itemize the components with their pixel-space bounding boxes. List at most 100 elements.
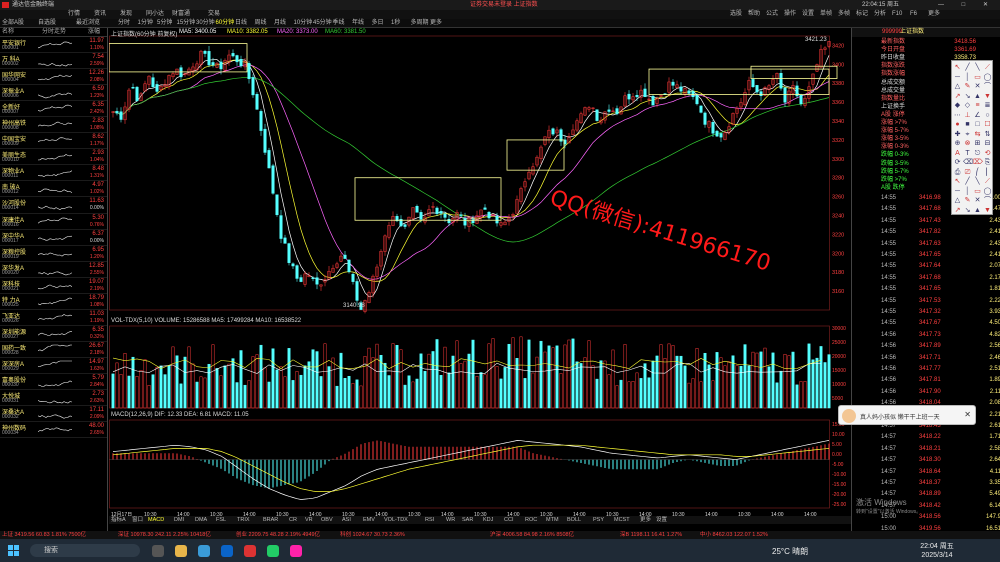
col-name-header[interactable]: 名称	[2, 28, 14, 37]
media-app-icon[interactable]	[290, 545, 302, 557]
draw-tool-icon[interactable]: ≣	[983, 101, 992, 110]
draw-tool-icon[interactable]: ⟋	[983, 63, 992, 72]
draw-tool-icon[interactable]: ⊗	[963, 139, 972, 148]
list-item[interactable]: 深振业A 000006 6.59 1.23%	[0, 85, 107, 102]
menu-item[interactable]: 标记	[856, 10, 868, 19]
draw-tool-icon[interactable]: T	[963, 149, 972, 158]
indicator-tab[interactable]: SAR	[462, 516, 473, 524]
period-tab[interactable]: 周线	[255, 19, 267, 28]
list-item[interactable]: 深物业A 000011 8.48 1.31%	[0, 165, 107, 182]
menu-item[interactable]: 帮助	[748, 10, 760, 19]
indicator-tab[interactable]: DMA	[195, 516, 207, 524]
menu-item[interactable]: 发现	[120, 10, 132, 19]
period-tab[interactable]: 季线	[333, 19, 345, 28]
menu-item[interactable]: 财富通	[172, 10, 190, 19]
menu-item[interactable]: 操作	[784, 10, 796, 19]
period-tab[interactable]: 30分钟	[196, 19, 215, 28]
menu-item[interactable]: F6	[910, 10, 917, 19]
indicator-tab[interactable]: PSY	[593, 516, 604, 524]
system-clock[interactable]: 22:04 周五 2025/3/14	[912, 542, 962, 560]
indicator-tab[interactable]: VOL-TDX	[384, 516, 408, 524]
draw-tool-icon[interactable]: ▼	[983, 92, 992, 101]
list-item[interactable]: 深深房A 000029 14.97 1.63%	[0, 358, 107, 374]
draw-tool-icon[interactable]: ⎘	[983, 158, 992, 167]
draw-tool-icon[interactable]: ╲	[973, 63, 982, 72]
wechat-icon[interactable]	[267, 545, 279, 557]
menu-item[interactable]: 同小达	[146, 10, 164, 19]
window-controls[interactable]: — □ ✕	[938, 0, 996, 10]
list-item[interactable]: 特 力A 000025 18.79 1.08%	[0, 294, 107, 310]
draw-tool-icon[interactable]: ✚	[953, 130, 962, 139]
menu-item[interactable]: 多帧	[838, 10, 850, 19]
draw-tool-icon[interactable]: ⎛	[973, 168, 982, 177]
draw-tool-icon[interactable]: ◯	[983, 73, 992, 82]
indicator-tab[interactable]: KDJ	[483, 516, 493, 524]
draw-tool-icon[interactable]: ■	[963, 120, 972, 129]
menu-item[interactable]: 单帧	[820, 10, 832, 19]
list-item[interactable]: 深华发A 000020 12.85 2.55%	[0, 262, 107, 278]
list-item[interactable]: 深粮控股 000019 6.95 1.20%	[0, 246, 107, 262]
period-tab[interactable]: 多周期	[411, 19, 429, 28]
draw-tool-icon[interactable]: ⟲	[983, 149, 992, 158]
indicator-tab[interactable]: 窗口	[132, 516, 143, 524]
list-item[interactable]: 深中华A 000017 6.37 0.00%	[0, 230, 107, 246]
list-item[interactable]: 神州高铁 000008 2.83 1.08%	[0, 117, 107, 134]
market-index-item[interactable]: 中小 8462.03 122.07 1.52%	[700, 531, 768, 539]
period-tab[interactable]: 1秒	[391, 19, 400, 28]
menu-item[interactable]: 更多	[928, 10, 940, 19]
indicator-tab[interactable]: BRAR	[263, 516, 278, 524]
indicator-tab[interactable]: DMI	[174, 516, 184, 524]
draw-tool-icon[interactable]: ⋯	[953, 111, 962, 120]
draw-tool-icon[interactable]: ⟋	[983, 177, 992, 186]
list-item[interactable]: 飞亚达 000026 11.03 1.19%	[0, 310, 107, 326]
draw-tool-icon[interactable]: ▲	[973, 92, 982, 101]
draw-tool-icon[interactable]: ✕	[973, 196, 982, 205]
list-item[interactable]: 国药一致 000028 26.67 2.18%	[0, 342, 107, 358]
period-tab[interactable]: 多日	[372, 19, 384, 28]
indicator-tab[interactable]: 设置	[656, 516, 667, 524]
draw-tool-icon[interactable]: ⌒	[983, 82, 992, 91]
tdx-app-icon[interactable]	[244, 545, 256, 557]
draw-tool-icon[interactable]: ∠	[973, 111, 982, 120]
market-index-item[interactable]: 上证 3419.56 60.83 1.81% 7500亿	[2, 531, 86, 539]
draw-tool-icon[interactable]: ⇅	[983, 130, 992, 139]
file-explorer-icon[interactable]	[175, 545, 187, 557]
period-tab[interactable]: 60分钟	[216, 19, 235, 28]
indicator-tab[interactable]: RSI	[425, 516, 434, 524]
period-tab[interactable]: 年线	[352, 19, 364, 28]
draw-tool-icon[interactable]: ⌫	[963, 158, 973, 167]
period-tab[interactable]: 分时	[118, 19, 130, 28]
period-tab[interactable]: 5分钟	[157, 19, 172, 28]
list-tab[interactable]: 自选股	[38, 19, 56, 28]
draw-tool-icon[interactable]: ↖	[953, 63, 962, 72]
period-tab[interactable]: 月线	[274, 19, 286, 28]
draw-tool-icon[interactable]: ▭	[973, 73, 982, 82]
draw-tool-icon[interactable]: ↗	[953, 92, 962, 101]
draw-tool-icon[interactable]: ⎙	[953, 168, 962, 177]
draw-tool-icon[interactable]: ◇	[963, 101, 972, 110]
draw-tool-icon[interactable]: ▼	[983, 206, 992, 215]
draw-tool-icon[interactable]: ↖	[953, 177, 962, 186]
draw-tool-icon[interactable]: ✕	[973, 82, 982, 91]
indicator-tab[interactable]: ASI	[342, 516, 351, 524]
list-item[interactable]: 深科技 000021 19.07 2.19%	[0, 278, 107, 294]
draw-tool-icon[interactable]: ●	[953, 120, 962, 129]
windows-start-icon[interactable]	[8, 545, 19, 556]
indicator-tab[interactable]: FSL	[216, 516, 226, 524]
market-index-item[interactable]: 创业 2209.75 48.28 2.19% 4949亿	[236, 531, 320, 539]
indicator-tab[interactable]: VR	[305, 516, 313, 524]
list-item[interactable]: 南 玻A 000012 4.97 1.02%	[0, 181, 107, 198]
indicator-tab[interactable]: CCI	[504, 516, 513, 524]
period-tab[interactable]: 日线	[235, 19, 247, 28]
menu-item[interactable]: 设置	[802, 10, 814, 19]
list-item[interactable]: 富奥股份 000030 5.79 2.84%	[0, 374, 107, 391]
draw-tool-icon[interactable]: ╲	[973, 177, 982, 186]
draw-tool-icon[interactable]: ✎	[963, 196, 972, 205]
indicator-tab[interactable]: BOLL	[567, 516, 581, 524]
weather-widget[interactable]: 25°C 晴朗	[772, 546, 808, 557]
draw-tool-icon[interactable]: ↘	[963, 92, 972, 101]
market-index-item[interactable]: 沪深 4006.58 84.98 2.16% 8508亿	[490, 531, 574, 539]
draw-tool-icon[interactable]: ⌒	[983, 196, 992, 205]
draw-tool-icon[interactable]: ⎜	[983, 168, 992, 177]
list-item[interactable]: 沙河股份 000014 11.63 0.00%	[0, 197, 107, 214]
